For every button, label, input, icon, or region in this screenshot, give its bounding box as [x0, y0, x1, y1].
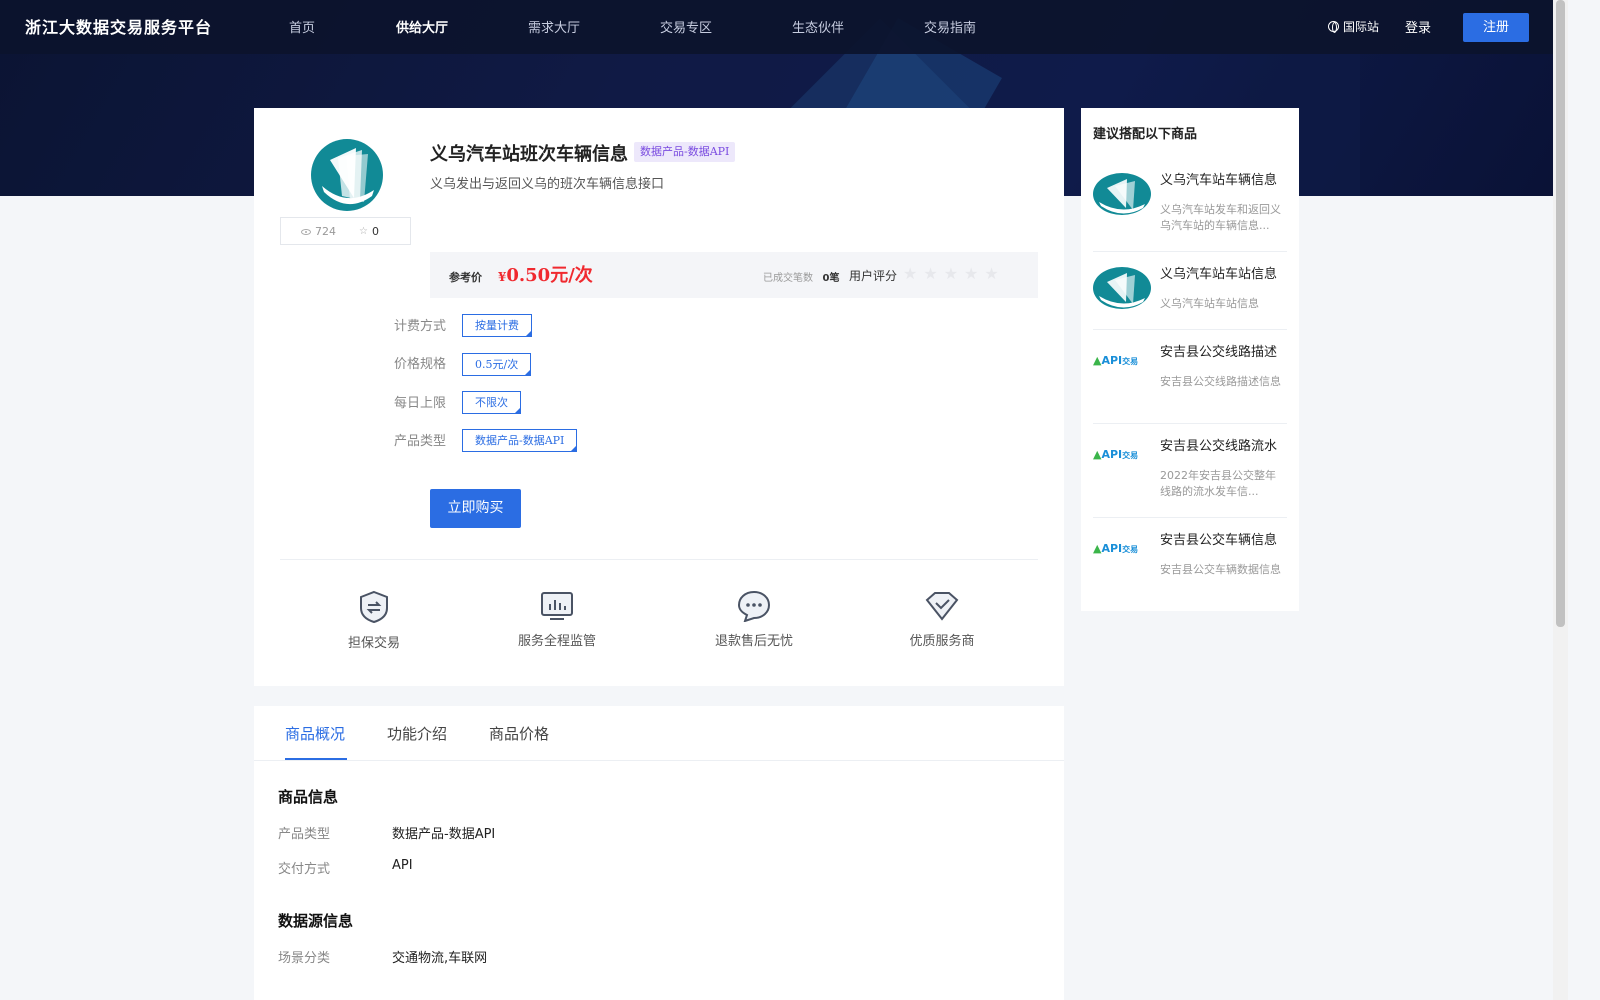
recommend-item-desc: 安吉县公交车辆数据信息	[1160, 563, 1281, 576]
view-count-value: 724	[315, 225, 336, 238]
spec-label-daily-limit: 每日上限	[394, 396, 447, 411]
page-scrollbar[interactable]	[1553, 0, 1568, 1000]
nav-home[interactable]: 首页	[289, 17, 315, 36]
recommendation-sidebar: 建议搭配以下商品 义乌汽车站车辆信息 义乌汽车站发车和返回义乌汽车站的车辆信息.…	[1081, 108, 1299, 611]
spec-label-billing: 计费方式	[394, 319, 447, 334]
chat-bubble-icon	[737, 590, 771, 622]
recommend-item[interactable]: ▲API交易 安吉县公交线路描述 安吉县公交线路描述信息	[1093, 330, 1287, 424]
diamond-check-icon	[925, 592, 959, 621]
spec-option-daily-limit[interactable]: 不限次	[462, 391, 521, 414]
price-box: 参考价 ¥0.50元/次 已成交笔数 0笔 用户评分 ★★★★★	[430, 252, 1038, 298]
api-logo-thumb: ▲API交易	[1093, 354, 1139, 367]
api-logo-thumb: ▲API交易	[1093, 542, 1139, 555]
product-logo	[311, 139, 383, 211]
rating-label: 用户评分	[849, 269, 898, 283]
site-logo[interactable]: 浙江大数据交易服务平台	[25, 14, 212, 38]
rating-stars: ★★★★★	[903, 264, 1005, 283]
favorite-count-value: 0	[371, 225, 379, 238]
feature-label: 退款售后无忧	[714, 634, 793, 649]
recommend-item-name: 安吉县公交线路流水	[1160, 439, 1278, 454]
section-title-product-info: 商品信息	[278, 788, 339, 806]
spec-label-type: 产品类型	[394, 434, 447, 449]
feature-label: 担保交易	[347, 636, 400, 651]
api-logo-sub: 交易	[1122, 451, 1139, 460]
divider	[280, 559, 1038, 560]
tab-pricing[interactable]: 商品价格	[489, 723, 549, 744]
section-title-data-source: 数据源信息	[278, 912, 354, 930]
api-logo-text: API	[1101, 542, 1123, 555]
top-navbar: 浙江大数据交易服务平台 首页 供给大厅 需求大厅 交易专区 生态伙伴 交易指南 …	[0, 0, 1553, 54]
info-value: 数据产品-数据API	[392, 827, 496, 842]
product-stats: 724 ☆ 0	[280, 217, 411, 245]
recommend-item-desc: 义乌汽车站发车和返回义乌汽车站的车辆信息...	[1160, 203, 1281, 232]
deal-count-label: 已成交笔数	[763, 273, 813, 284]
api-logo-thumb: ▲API交易	[1093, 448, 1139, 461]
product-type-tag: 数据产品-数据API	[634, 142, 736, 162]
recommend-item-name: 义乌汽车站车站信息	[1160, 267, 1278, 282]
recommend-item[interactable]: 义乌汽车站车站信息 义乌汽车站车站信息	[1093, 252, 1287, 330]
international-site-link[interactable]: 国际站	[1328, 18, 1379, 35]
nav-guide[interactable]: 交易指南	[924, 17, 976, 36]
recommend-item-name: 安吉县公交车辆信息	[1160, 533, 1278, 548]
shield-exchange-icon	[360, 590, 388, 624]
nav-supply[interactable]: 供给大厅	[396, 17, 448, 36]
monitor-chart-icon	[541, 592, 573, 620]
price-amount: 0.50元/次	[506, 265, 593, 286]
api-logo-sub: 交易	[1122, 545, 1139, 554]
sidebar-title: 建议搭配以下商品	[1093, 127, 1198, 142]
recommend-item[interactable]: ▲API交易 安吉县公交线路流水 2022年安吉县公交整年线路的流水发车信...	[1093, 424, 1287, 518]
deal-count-value: 0笔	[822, 273, 840, 284]
product-thumb	[1093, 173, 1151, 215]
tabs-divider	[254, 760, 1064, 761]
tab-features[interactable]: 功能介绍	[387, 723, 447, 744]
product-subtitle: 义乌发出与返回义乌的班次车辆信息接口	[430, 177, 665, 192]
recommend-item[interactable]: ▲API交易 安吉县公交车辆信息 安吉县公交车辆数据信息	[1093, 518, 1287, 610]
spec-option-price[interactable]: 0.5元/次	[462, 353, 532, 376]
spec-option-type[interactable]: 数据产品-数据API	[462, 429, 578, 452]
star-outline-icon: ☆	[359, 226, 368, 237]
buy-now-button[interactable]: 立即购买	[430, 489, 521, 528]
info-value: API	[392, 858, 413, 873]
info-key: 交付方式	[278, 862, 331, 877]
spec-option-billing[interactable]: 按量计费	[462, 314, 532, 337]
recommend-item[interactable]: 义乌汽车站车辆信息 义乌汽车站发车和返回义乌汽车站的车辆信息...	[1093, 170, 1287, 252]
feature-refund: 退款售后无忧	[709, 590, 799, 649]
price-value: ¥0.50元/次	[498, 261, 593, 287]
feature-label: 优质服务商	[909, 634, 975, 649]
info-key: 场景分类	[278, 951, 331, 966]
api-logo-sub: 交易	[1122, 357, 1139, 366]
eye-icon	[301, 228, 311, 235]
product-card: 724 ☆ 0 义乌汽车站班次车辆信息 数据产品-数据API 义乌发出与返回义乌…	[254, 108, 1064, 686]
product-title: 义乌汽车站班次车辆信息	[430, 144, 628, 165]
api-logo-text: API	[1101, 354, 1123, 367]
recommend-item-desc: 义乌汽车站车站信息	[1160, 297, 1259, 310]
info-key: 产品类型	[278, 827, 331, 842]
globe-icon	[1328, 21, 1339, 33]
feature-supervision: 服务全程监管	[512, 590, 602, 649]
scrollbar-thumb[interactable]	[1556, 0, 1565, 627]
login-link[interactable]: 登录	[1405, 17, 1431, 36]
feature-label: 服务全程监管	[517, 634, 596, 649]
nav-trade-zone[interactable]: 交易专区	[660, 17, 712, 36]
favorite-count[interactable]: ☆ 0	[359, 225, 379, 238]
detail-tabs-card: 商品概况 功能介绍 商品价格 商品信息 产品类型 数据产品-数据API 交付方式…	[254, 706, 1064, 1000]
tab-overview[interactable]: 商品概况	[285, 723, 345, 744]
api-logo-text: API	[1101, 448, 1123, 461]
nav-partners[interactable]: 生态伙伴	[792, 17, 844, 36]
recommend-item-desc: 2022年安吉县公交整年线路的流水发车信...	[1160, 469, 1276, 498]
feature-quality: 优质服务商	[906, 590, 978, 649]
info-value: 交通物流,车联网	[392, 951, 488, 966]
recommend-item-name: 安吉县公交线路描述	[1160, 345, 1278, 360]
product-thumb	[1093, 267, 1151, 309]
recommend-item-desc: 安吉县公交线路描述信息	[1160, 375, 1281, 388]
register-button[interactable]: 注册	[1463, 13, 1529, 42]
deal-count: 已成交笔数 0笔	[763, 269, 840, 284]
nav-demand[interactable]: 需求大厅	[528, 17, 580, 36]
intl-label: 国际站	[1343, 20, 1380, 34]
feature-guarantee: 担保交易	[342, 590, 406, 651]
price-label: 参考价	[449, 271, 482, 284]
recommend-item-name: 义乌汽车站车辆信息	[1160, 173, 1278, 188]
view-count: 724	[301, 225, 336, 238]
spec-label-price: 价格规格	[394, 357, 447, 372]
